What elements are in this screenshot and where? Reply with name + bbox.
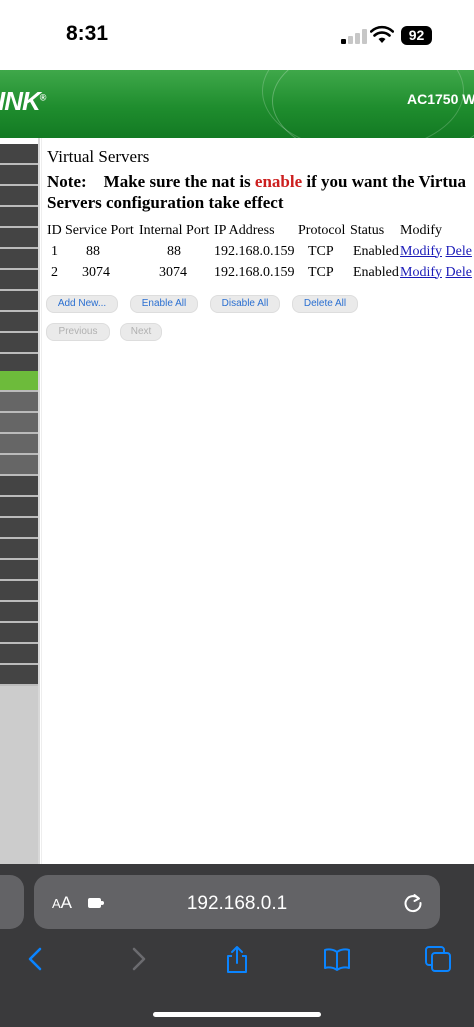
cell-ip-address: 192.168.0.159 [214, 243, 295, 259]
cell-service-port: 88 [86, 243, 100, 259]
main-content: Virtual Servers Note: Make sure the nat … [44, 144, 474, 864]
battery-icon: 92 [401, 26, 432, 45]
disable-all-button[interactable]: Disable All [210, 295, 280, 313]
sidebar-item[interactable] [0, 560, 38, 581]
sidebar-subitem[interactable] [0, 434, 38, 455]
share-icon[interactable] [223, 945, 251, 973]
cell-ip-address: 192.168.0.159 [214, 264, 295, 280]
home-indicator [153, 1012, 321, 1017]
cell-service-port: 3074 [82, 264, 110, 280]
status-bar: 8:31 92 [0, 0, 474, 70]
sidebar-item[interactable] [0, 207, 38, 228]
sidebar-item[interactable] [0, 165, 38, 186]
table-row: 1 88 88 192.168.0.159 TCP Enabled Modify… [47, 243, 472, 264]
sidebar-menu [0, 144, 38, 864]
router-header [0, 70, 474, 138]
previous-button[interactable]: Previous [46, 323, 110, 341]
cell-id: 2 [51, 264, 58, 280]
wifi-icon [370, 25, 394, 43]
column-header: Status [350, 222, 385, 238]
cell-protocol: TCP [308, 264, 334, 280]
delete-all-button[interactable]: Delete All [292, 295, 358, 313]
forward-icon[interactable] [124, 945, 152, 973]
sidebar-item[interactable] [0, 644, 38, 665]
sidebar-item[interactable] [0, 623, 38, 644]
sidebar-item[interactable] [0, 291, 38, 312]
router-model: AC1750 W [407, 91, 474, 107]
sidebar-item[interactable] [0, 228, 38, 249]
cell-status: Enabled [353, 243, 399, 259]
column-header: Service Port [65, 222, 134, 238]
modify-link[interactable]: Modify [400, 265, 442, 280]
cell-protocol: TCP [308, 243, 334, 259]
column-header: ID [47, 222, 62, 238]
sidebar-item[interactable] [0, 602, 38, 623]
tabs-icon[interactable] [424, 945, 452, 973]
sidebar-item[interactable] [0, 665, 38, 686]
page-title: Virtual Servers [47, 147, 150, 166]
cell-id: 1 [51, 243, 58, 259]
table-header-row: ID Service Port Internal Port IP Address… [47, 222, 472, 243]
sidebar-item[interactable] [0, 581, 38, 602]
cell-internal-port: 88 [167, 243, 181, 259]
sidebar-item[interactable] [0, 333, 38, 354]
sidebar-item[interactable] [0, 249, 38, 270]
add-new-button[interactable]: Add New... [46, 295, 118, 313]
note-highlight: enable [254, 172, 303, 191]
sidebar-item-active[interactable] [0, 371, 38, 392]
column-header: IP Address [214, 222, 275, 238]
nat-note: Note: Make sure the nat is enable if you… [47, 172, 467, 212]
back-icon[interactable] [22, 945, 50, 973]
column-header: Internal Port [139, 222, 210, 238]
column-header: Protocol [298, 222, 346, 238]
sidebar-item[interactable] [0, 518, 38, 539]
sidebar-item[interactable] [0, 270, 38, 291]
reload-icon[interactable] [402, 892, 424, 914]
divider [41, 138, 42, 864]
next-button[interactable]: Next [120, 323, 162, 341]
enable-all-button[interactable]: Enable All [130, 295, 198, 313]
cell-internal-port: 3074 [159, 264, 187, 280]
sidebar-subitem[interactable] [0, 413, 38, 434]
bookmarks-icon[interactable] [323, 945, 351, 973]
sidebar-subitem[interactable] [0, 392, 38, 413]
virtual-servers-table: ID Service Port Internal Port IP Address… [47, 222, 472, 285]
sidebar-item[interactable] [0, 476, 38, 497]
delete-link[interactable]: Dele [446, 265, 472, 280]
status-time: 8:31 [66, 22, 109, 45]
delete-link[interactable]: Dele [446, 244, 472, 259]
signal-icon [341, 28, 367, 44]
modify-link[interactable]: Modify [400, 244, 442, 259]
sidebar-item[interactable] [0, 497, 38, 518]
sidebar-subitem[interactable] [0, 455, 38, 476]
table-row: 2 3074 3074 192.168.0.159 TCP Enabled Mo… [47, 264, 472, 285]
router-logo: INK® [0, 86, 46, 116]
sidebar-item[interactable] [0, 186, 38, 207]
divider [38, 138, 40, 864]
column-header: Modify [400, 222, 442, 238]
sidebar-item[interactable] [0, 539, 38, 560]
sidebar-item[interactable] [0, 144, 38, 165]
cell-status: Enabled [353, 264, 399, 280]
sidebar-item[interactable] [0, 312, 38, 333]
